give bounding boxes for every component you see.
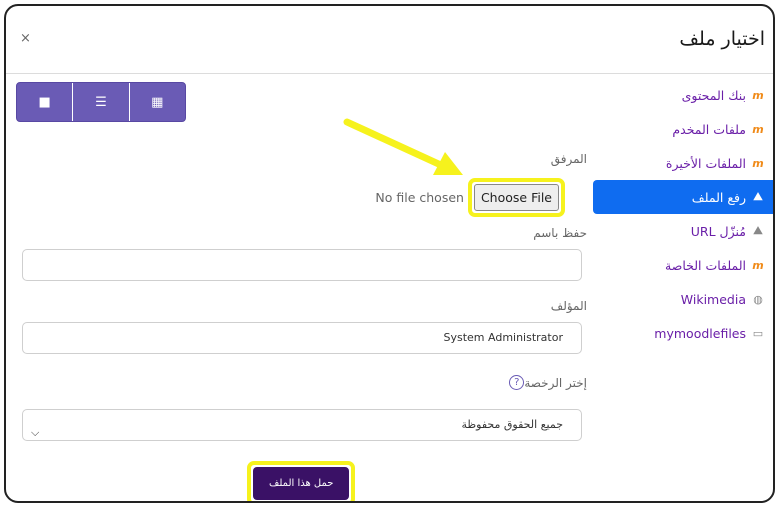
- close-icon[interactable]: ×: [20, 31, 31, 46]
- sidebar-item-mymoodlefiles[interactable]: ▭ mymoodlefiles: [593, 316, 773, 350]
- save-as-label: حفظ باسم: [533, 226, 587, 240]
- sidebar-item-recent-files[interactable]: m الملفات الأخيرة: [593, 146, 773, 180]
- author-label: المؤلف: [550, 299, 587, 313]
- grid-view-icon[interactable]: ▦: [130, 83, 185, 121]
- annotation-arrow: [343, 118, 463, 175]
- sidebar-item-url-downloader[interactable]: ⛰ مُنزّل URL: [593, 214, 773, 248]
- license-value: جميع الحقوق محفوظة: [461, 418, 563, 431]
- help-icon[interactable]: ?: [509, 375, 525, 390]
- url-icon: ⛰: [753, 224, 763, 237]
- chevron-down-icon: ⌵: [31, 426, 40, 439]
- moodle-icon: m: [752, 122, 764, 136]
- license-select[interactable]: جميع الحقوق محفوظة ⌵: [22, 409, 582, 441]
- sidebar-item-wikimedia[interactable]: ◍ Wikimedia: [593, 282, 773, 316]
- file-input[interactable]: No file chosen Choose File: [375, 178, 565, 217]
- choose-file-button[interactable]: Choose File: [473, 184, 559, 211]
- attachment-label: المرفق: [550, 152, 587, 166]
- sidebar-item-server-files[interactable]: m ملفات المخدم: [593, 112, 773, 146]
- dialog-header: × اختيار ملف: [6, 6, 773, 74]
- folder-view-icon[interactable]: ■: [17, 83, 74, 121]
- upload-button-highlight: حمل هذا الملف: [247, 461, 356, 501]
- license-label-row: إختر الرخصة ?: [503, 375, 587, 390]
- repository-sidebar: m بنك المحتوى m ملفات المخدم m الملفات الأخ…: [593, 78, 773, 350]
- view-switcher: ■ ☰ ▦: [16, 82, 186, 122]
- folder-icon: ▭: [752, 326, 764, 340]
- dialog-title: اختيار ملف: [679, 28, 765, 50]
- moodle-icon: m: [752, 88, 764, 102]
- license-label: إختر الرخصة: [524, 375, 587, 390]
- save-as-input[interactable]: [22, 249, 582, 281]
- upload-file-button[interactable]: حمل هذا الملف: [253, 467, 350, 500]
- list-view-icon[interactable]: ☰: [73, 83, 130, 121]
- moodle-icon: m: [752, 258, 764, 272]
- sidebar-item-upload[interactable]: ⛰ رفع الملف: [593, 180, 773, 214]
- no-file-text: No file chosen: [375, 190, 464, 205]
- file-picker-dialog: × اختيار ملف m بنك المحتوى m ملفات المخدم …: [4, 4, 775, 503]
- wikimedia-icon: ◍: [753, 292, 763, 306]
- moodle-icon: m: [752, 156, 764, 170]
- upload-icon: ⛰: [753, 190, 763, 203]
- sidebar-item-content-bank[interactable]: m بنك المحتوى: [593, 78, 773, 112]
- author-input[interactable]: System Administrator: [22, 322, 582, 354]
- choose-file-highlight: Choose File: [467, 178, 565, 217]
- sidebar-item-private-files[interactable]: m الملفات الخاصة: [593, 248, 773, 282]
